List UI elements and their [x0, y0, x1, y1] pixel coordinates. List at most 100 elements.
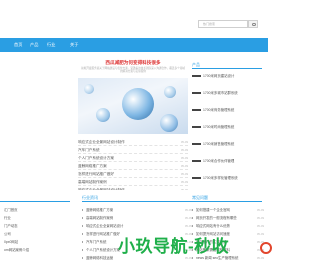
list-item-date: 05-09: [180, 180, 188, 184]
list-item-date: 05-09: [180, 140, 188, 144]
bullet-icon: [192, 126, 201, 128]
list-item[interactable]: 高端网站制作案例 05-09: [78, 178, 188, 186]
list-item-title: 响应式企业全景网站设计: [86, 224, 124, 228]
list-item-date: 05-09: [256, 208, 264, 212]
list-item-title: 怎样进行网站推广做好: [78, 172, 114, 176]
sidebar-item[interactable]: 1700米多样化管理系统: [192, 174, 262, 182]
bullet-icon: [82, 233, 84, 235]
hero-orb: [96, 108, 110, 122]
hero-image[interactable]: [78, 78, 188, 134]
bullet-icon: [82, 249, 84, 251]
main-content: 西瓜减肥为何变得科技很多 前端开发服务商关于网站建设与优化方案，受邀来访技术团队…: [74, 56, 192, 196]
list-item-date: 05-09: [184, 208, 192, 212]
list-item-date: 05-09: [180, 156, 188, 160]
list-item-date: 05-09: [256, 216, 264, 220]
list-item[interactable]: 响应式企业全景网站设计 05-09: [82, 222, 192, 230]
top-header: 热门搜索: [0, 0, 268, 38]
page-title[interactable]: 西瓜减肥为何变得科技很多: [74, 60, 192, 66]
list-item-title: 蓝鲸网络推广方案: [86, 208, 114, 212]
list-item-title: 响应式网站有什么优势: [196, 224, 230, 228]
list-item-title: 门户动态: [4, 224, 18, 228]
bullet-icon: [192, 109, 201, 111]
bullet-icon: [82, 217, 84, 219]
bullet-icon: [82, 225, 84, 227]
list-item[interactable]: 汽车门户系统 05-09: [78, 146, 188, 154]
list-item-title: 个人门户系统设计方案: [78, 156, 114, 160]
list-item[interactable]: 响应式网站有什么优势 05-09: [192, 222, 264, 230]
sidebar-item[interactable]: 1700米商务管理系统: [192, 106, 262, 114]
nav-item-industry[interactable]: 行业: [47, 38, 55, 52]
list-item-title: 个人门户系统设计方案: [86, 248, 120, 252]
sidebar-item[interactable]: 1700米销售管理系统: [192, 140, 262, 148]
sidebar-item[interactable]: 1700米时尚管理系统: [192, 123, 262, 131]
watermark-text: 小玖导航-秒收: [118, 237, 230, 256]
list-item-title: 高端网站制作案例: [86, 216, 114, 220]
bullet-icon: [192, 160, 201, 162]
list-item-date: 05-09: [184, 224, 192, 228]
search-input[interactable]: 热门搜索: [198, 20, 248, 28]
divider: [82, 201, 192, 202]
list-item[interactable]: 高端网站制作案例 05-09: [82, 214, 192, 222]
list-item-title: 高端网站制作案例: [78, 180, 107, 184]
list-item[interactable]: 汇门首页: [0, 206, 70, 214]
list-item-title: 蓝鲸网络推广方案: [78, 164, 107, 168]
bullet-icon: [192, 177, 201, 179]
sidebar-item[interactable]: 1700米多城市站群系统: [192, 89, 262, 97]
list-item[interactable]: om网站案例介绍: [0, 246, 70, 254]
list-item-title: om网站案例介绍: [4, 248, 30, 252]
list-item-date: 05-09: [180, 148, 188, 152]
list-item[interactable]: 蓝鲸网络推广方案 05-09: [78, 162, 188, 170]
list-item[interactable]: 个人门户系统设计方案 05-09: [78, 154, 188, 162]
bullet-icon: [192, 209, 194, 211]
watermark: 小玖导航-秒收: [118, 232, 272, 262]
search-button[interactable]: [248, 20, 258, 28]
list-item-title: 0px0网站: [4, 240, 19, 244]
list-item-title: 公司: [4, 232, 11, 236]
bullet-icon: [192, 217, 194, 219]
list-item-title: 蓝鲸网络科技运营: [86, 256, 114, 260]
list-item-date: 05-09: [180, 172, 188, 176]
list-item[interactable]: 门户动态: [0, 222, 70, 230]
hero-orb: [160, 114, 178, 132]
main-nav: 首页 产品 行业 关于: [0, 38, 268, 52]
loading-ring-icon: [260, 242, 272, 254]
sidebar-item-label: 1700米合作伙伴管理: [203, 159, 235, 163]
sidebar-item-label: 1700米网页建站设计: [203, 74, 235, 78]
bullet-icon: [82, 209, 84, 211]
list-item[interactable]: 如何搭建一个企业官网 05-09: [192, 206, 264, 214]
sidebar-item[interactable]: 1700米合作伙伴管理: [192, 157, 262, 165]
bullet-icon: [192, 143, 201, 145]
list-item[interactable]: 响应式企业全景网站设计制作 05-09: [78, 138, 188, 146]
bullet-icon: [192, 225, 194, 227]
hero-orb: [122, 88, 154, 120]
bullet-icon: [192, 75, 201, 77]
list-item-title: 汽车门户系统: [78, 148, 100, 152]
sidebar-item-label: 1700米时尚管理系统: [203, 125, 235, 129]
list-item-title: 响应式企业全景网站设计制作: [78, 140, 125, 144]
list-item[interactable]: 网页开发的一般流程有哪些 05-09: [192, 214, 264, 222]
list-item-title: 汽车门户系统: [86, 240, 107, 244]
hero-orb: [164, 86, 176, 98]
bullet-icon: [192, 92, 201, 94]
sidebar-item-label: 1700米多样化管理系统: [203, 176, 238, 180]
nav-item-about[interactable]: 关于: [70, 38, 78, 52]
nav-item-products[interactable]: 产品: [30, 38, 38, 52]
sidebar-item-label: 1700米商务管理系统: [203, 108, 235, 112]
sidebar-products: 产品 1700米网页建站设计 1700米多城市站群系统 1700米商务管理系统 …: [192, 56, 268, 196]
intro-text: 前端开发服务商关于网站建设与优化方案，受邀来访技术团队深入沟通合作，覆盖多个领域…: [81, 67, 185, 74]
search-icon: [252, 22, 256, 27]
nav-item-home[interactable]: 首页: [14, 38, 22, 52]
divider: [0, 201, 70, 202]
sidebar-item[interactable]: 1700米网页建站设计: [192, 72, 262, 80]
list-item-date: 05-09: [256, 224, 264, 228]
list-item[interactable]: 0px0网站: [0, 238, 70, 246]
divider: [192, 201, 262, 202]
list-item-title: 汇门首页: [4, 208, 18, 212]
list-item[interactable]: 公司: [0, 230, 70, 238]
sidebar-item-label: 1700米多城市站群系统: [203, 91, 238, 95]
sidebar-item-label: 1700米销售管理系统: [203, 142, 235, 146]
list-item[interactable]: 行业: [0, 214, 70, 222]
list-item[interactable]: 怎样进行网站推广做好 05-09: [78, 170, 188, 178]
list-item-title: 怎样进行网站推广做好: [86, 232, 120, 236]
list-item[interactable]: 蓝鲸网络推广方案 05-09: [82, 206, 192, 214]
